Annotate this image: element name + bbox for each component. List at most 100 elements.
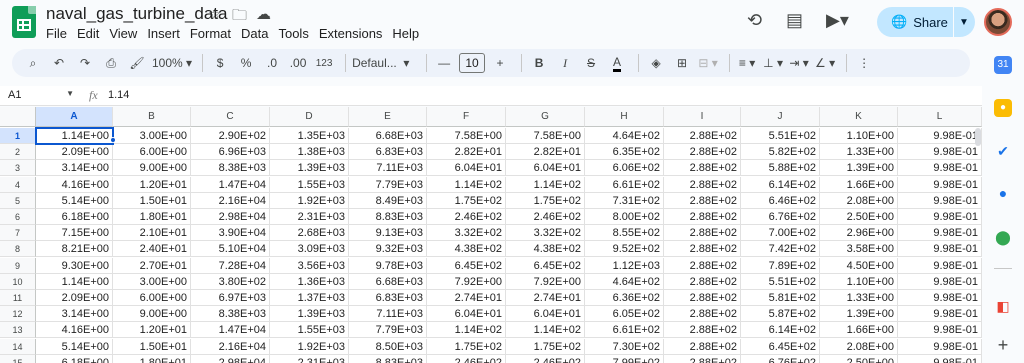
table-cell[interactable]: 9.98E-01	[898, 225, 982, 242]
menu-data[interactable]: Data	[241, 26, 274, 41]
horizontal-align-icon[interactable]: ≡ ▾	[736, 51, 758, 75]
table-cell[interactable]: 5.82E+02	[741, 144, 820, 161]
table-cell[interactable]: 2.74E+01	[427, 290, 506, 306]
table-cell[interactable]: 2.08E+00	[820, 338, 898, 355]
table-cell[interactable]: 1.55E+03	[270, 322, 349, 339]
table-cell[interactable]: 6.04E+01	[506, 306, 585, 323]
table-cell[interactable]: 4.16E+00	[36, 322, 113, 339]
table-cell[interactable]: 2.09E+00	[36, 144, 113, 161]
share-main[interactable]: 🌐 Share	[877, 7, 953, 37]
table-cell[interactable]: 9.98E-01	[898, 241, 982, 258]
table-cell[interactable]: 2.68E+03	[270, 225, 349, 242]
row-header[interactable]: 5	[0, 192, 36, 209]
column-header-d[interactable]: D	[270, 107, 349, 127]
share-dropdown-icon[interactable]: ▼	[954, 17, 974, 28]
table-cell[interactable]: 6.36E+02	[585, 290, 664, 306]
table-cell[interactable]: 6.45E+02	[741, 338, 820, 355]
row-header[interactable]: 6	[0, 209, 36, 225]
table-cell[interactable]: 9.32E+03	[349, 241, 427, 258]
table-cell[interactable]: 8.83E+03	[349, 354, 427, 363]
table-cell[interactable]: 6.04E+01	[427, 160, 506, 177]
table-cell[interactable]: 5.51E+02	[741, 273, 820, 290]
table-cell[interactable]: 2.88E+02	[664, 322, 741, 339]
font-size-value[interactable]: 10	[459, 53, 486, 73]
table-cell[interactable]: 1.80E+01	[113, 354, 191, 363]
table-cell[interactable]: 1.66E+00	[820, 322, 898, 339]
column-header-j[interactable]: J	[741, 107, 820, 127]
table-cell[interactable]: 3.00E+00	[113, 273, 191, 290]
table-cell[interactable]: 8.83E+03	[349, 209, 427, 225]
table-cell[interactable]: 1.20E+01	[113, 176, 191, 193]
strikethrough-button[interactable]: S	[580, 51, 602, 75]
increase-decimal-button[interactable]: .00	[287, 51, 309, 75]
table-cell[interactable]: 1.39E+00	[820, 160, 898, 177]
table-cell[interactable]: 2.70E+01	[113, 257, 191, 274]
table-cell[interactable]: 2.31E+03	[270, 209, 349, 225]
menu-edit[interactable]: Edit	[77, 26, 105, 41]
table-cell[interactable]: 7.99E+02	[585, 354, 664, 363]
more-options-icon[interactable]: ⋮	[853, 51, 875, 75]
table-cell[interactable]: 1.47E+04	[191, 176, 270, 193]
text-color-button[interactable]: A	[606, 51, 628, 75]
table-cell[interactable]: 1.92E+03	[270, 338, 349, 355]
table-cell[interactable]: 3.90E+04	[191, 225, 270, 242]
table-cell[interactable]: 4.64E+02	[585, 128, 664, 144]
table-cell[interactable]: 2.46E+02	[506, 354, 585, 363]
font-size-field[interactable]: 10	[459, 51, 486, 75]
row-header[interactable]: 8	[0, 241, 36, 258]
table-cell[interactable]: 9.98E-01	[898, 192, 982, 209]
table-cell[interactable]: 5.88E+02	[741, 160, 820, 177]
decrease-font-size-button[interactable]: —	[433, 51, 455, 75]
table-cell[interactable]: 2.88E+02	[664, 257, 741, 274]
row-header[interactable]: 3	[0, 160, 36, 177]
table-cell[interactable]: 3.09E+03	[270, 241, 349, 258]
table-cell[interactable]: 2.09E+00	[36, 290, 113, 306]
table-cell[interactable]: 6.06E+02	[585, 160, 664, 177]
table-cell[interactable]: 5.14E+00	[36, 192, 113, 209]
table-cell[interactable]: 2.88E+02	[664, 192, 741, 209]
row-header[interactable]: 9	[0, 257, 36, 274]
print-icon[interactable]: ⎙	[100, 51, 122, 75]
menu-file[interactable]: File	[46, 26, 73, 41]
table-cell[interactable]: 9.13E+03	[349, 225, 427, 242]
table-cell[interactable]: 6.46E+02	[741, 192, 820, 209]
table-cell[interactable]: 6.04E+01	[506, 160, 585, 177]
table-cell[interactable]: 6.76E+02	[741, 354, 820, 363]
table-cell[interactable]: 3.58E+00	[820, 241, 898, 258]
table-cell[interactable]: 1.14E+02	[506, 176, 585, 193]
table-cell[interactable]: 2.88E+02	[664, 176, 741, 193]
table-cell[interactable]: 2.10E+01	[113, 225, 191, 242]
document-title[interactable]: naval_gas_turbine_data	[46, 4, 227, 24]
menu-view[interactable]: View	[109, 26, 143, 41]
table-cell[interactable]: 2.40E+01	[113, 241, 191, 258]
table-cell[interactable]: 1.36E+03	[270, 273, 349, 290]
table-cell[interactable]: 1.38E+03	[270, 144, 349, 161]
table-cell[interactable]: 6.83E+03	[349, 290, 427, 306]
table-cell[interactable]: 2.31E+03	[270, 354, 349, 363]
table-cell[interactable]: 3.80E+02	[191, 273, 270, 290]
select-all-corner[interactable]	[0, 107, 36, 127]
table-cell[interactable]: 2.46E+02	[427, 209, 506, 225]
table-cell[interactable]: 6.96E+03	[191, 144, 270, 161]
table-cell[interactable]: 1.14E+02	[427, 322, 506, 339]
name-box[interactable]: A1 ▼	[8, 89, 74, 103]
table-cell[interactable]: 1.75E+02	[427, 338, 506, 355]
table-cell[interactable]: 6.35E+02	[585, 144, 664, 161]
text-rotation-icon[interactable]: ∠ ▾	[814, 51, 836, 75]
table-cell[interactable]: 2.46E+02	[427, 354, 506, 363]
table-cell[interactable]: 6.68E+03	[349, 128, 427, 144]
table-cell[interactable]: 6.61E+02	[585, 176, 664, 193]
table-cell[interactable]: 9.98E-01	[898, 128, 982, 144]
table-cell[interactable]: 7.92E+00	[506, 273, 585, 290]
menu-tools[interactable]: Tools	[278, 26, 314, 41]
maps-icon[interactable]: ⬤	[994, 228, 1012, 246]
table-cell[interactable]: 2.90E+02	[191, 128, 270, 144]
table-cell[interactable]: 9.98E-01	[898, 354, 982, 363]
table-cell[interactable]: 4.50E+00	[820, 257, 898, 274]
table-cell[interactable]: 3.14E+00	[36, 306, 113, 323]
table-cell[interactable]: 5.87E+02	[741, 306, 820, 323]
table-cell[interactable]: 6.61E+02	[585, 322, 664, 339]
table-cell[interactable]: 5.51E+02	[741, 128, 820, 144]
column-header-c[interactable]: C	[191, 107, 270, 127]
table-cell[interactable]: 8.50E+03	[349, 338, 427, 355]
